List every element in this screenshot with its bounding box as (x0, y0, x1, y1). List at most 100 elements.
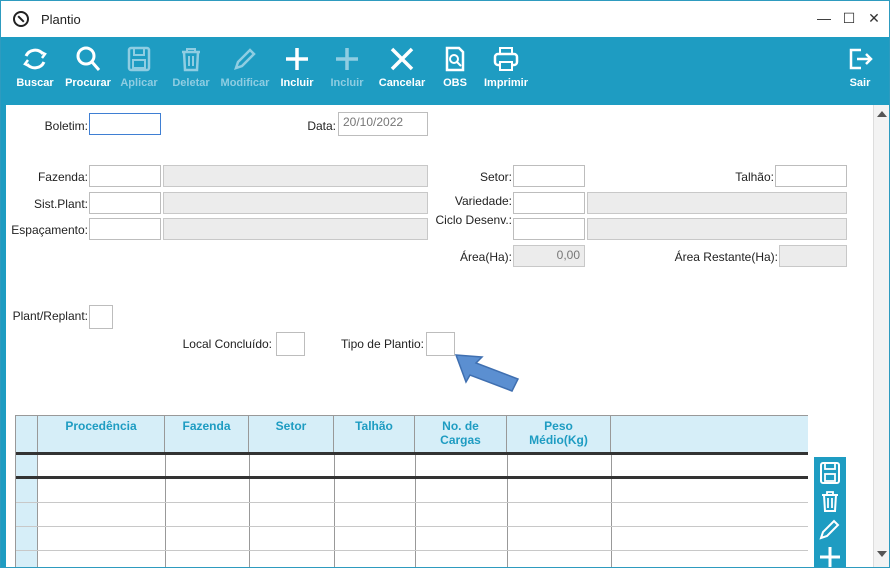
cargas-table: Procedência Fazenda Setor Talhão No. de … (15, 415, 808, 567)
modificar-button[interactable]: Modificar (219, 37, 271, 105)
fazenda-label: Fazenda: (37, 170, 88, 184)
tipo-plantio-label: Tipo de Plantio: (341, 337, 424, 351)
fazenda-input[interactable] (89, 165, 161, 187)
annotation-arrow-icon (454, 354, 520, 392)
cancelar-button[interactable]: Cancelar (377, 37, 427, 105)
cell-divider (415, 479, 416, 502)
plus-icon (286, 48, 308, 70)
table-row[interactable] (16, 527, 808, 551)
setor-input[interactable] (513, 165, 585, 187)
deletar-label: Deletar (172, 77, 210, 89)
refresh-icon (23, 48, 47, 70)
table-row[interactable] (16, 551, 808, 567)
aplicar-button[interactable]: Aplicar (119, 37, 159, 105)
save-icon[interactable] (818, 461, 842, 485)
cell-divider (334, 551, 335, 567)
table-row[interactable] (16, 479, 808, 503)
col-setor[interactable]: Setor (249, 416, 334, 452)
procurar-button[interactable]: Procurar (63, 37, 113, 105)
incluir-button[interactable]: Incluir (277, 37, 317, 105)
trash-icon (182, 48, 200, 72)
buscar-button[interactable]: Buscar (13, 37, 57, 105)
cell-divider (249, 455, 250, 476)
row-selector[interactable] (16, 455, 38, 476)
plus-icon[interactable] (818, 545, 842, 568)
espacamento-label: Espaçamento: (11, 223, 88, 237)
plus-icon (336, 48, 358, 70)
cell-divider (507, 527, 508, 550)
table-row[interactable] (16, 455, 808, 479)
espacamento-input[interactable] (89, 218, 161, 240)
cell-divider (334, 479, 335, 502)
exit-icon (849, 48, 873, 70)
talhao-input[interactable] (775, 165, 847, 187)
app-window: Plantio — ☐ ✕ Buscar Procurar Aplicar De… (0, 0, 890, 568)
col-talhao[interactable]: Talhão (334, 416, 415, 452)
area-restante-label: Área Restante(Ha): (674, 250, 778, 264)
col-empty (611, 416, 808, 452)
scroll-up-icon[interactable] (877, 111, 887, 117)
local-concluido-input[interactable] (276, 332, 305, 356)
col-fazenda[interactable]: Fazenda (165, 416, 249, 452)
cell-divider (165, 527, 166, 550)
sair-button[interactable]: Sair (843, 37, 877, 105)
minimize-button[interactable]: — (813, 7, 835, 29)
cell-divider (415, 503, 416, 526)
plant-replant-input[interactable] (89, 305, 113, 329)
ciclo-description (587, 218, 847, 240)
table-header: Procedência Fazenda Setor Talhão No. de … (16, 415, 808, 455)
row-selector[interactable] (16, 527, 38, 550)
variedade-label: Variedade: (454, 194, 512, 208)
row-selector[interactable] (16, 503, 38, 526)
col-peso-medio[interactable]: Peso Médio(Kg) (507, 416, 611, 452)
sist-plant-description (163, 192, 428, 214)
search-icon (76, 46, 101, 71)
cell-divider (334, 503, 335, 526)
area-value: 0,00 (513, 245, 585, 267)
deletar-button[interactable]: Deletar (171, 37, 211, 105)
procurar-label: Procurar (65, 77, 111, 89)
variedade-input[interactable] (513, 192, 585, 214)
close-window-button[interactable]: ✕ (863, 7, 885, 29)
boletim-input[interactable] (89, 113, 161, 135)
toolbar: Buscar Procurar Aplicar Deletar Modifica… (1, 37, 889, 105)
pencil-icon[interactable] (818, 517, 842, 541)
area-restante-value (779, 245, 847, 267)
vertical-scrollbar[interactable] (873, 105, 889, 567)
cell-divider (249, 479, 250, 502)
col-procedencia[interactable]: Procedência (38, 416, 165, 452)
sist-plant-label: Sist.Plant: (33, 197, 88, 211)
cell-divider (165, 455, 166, 476)
setor-label: Setor: (479, 170, 512, 184)
tipo-plantio-input[interactable] (426, 332, 455, 356)
cell-divider (611, 551, 612, 567)
row-selector[interactable] (16, 551, 38, 567)
cell-divider (165, 503, 166, 526)
cell-divider (415, 455, 416, 476)
col-no-cargas[interactable]: No. de Cargas (415, 416, 507, 452)
trash-icon[interactable] (818, 489, 842, 513)
row-selector[interactable] (16, 479, 38, 502)
data-input[interactable]: 20/10/2022 (338, 112, 428, 136)
ciclo-input[interactable] (513, 218, 585, 240)
window-title: Plantio (41, 12, 81, 27)
talhao-label: Talhão: (735, 170, 774, 184)
buscar-label: Buscar (16, 77, 54, 89)
cell-divider (165, 479, 166, 502)
cell-divider (165, 551, 166, 567)
imprimir-button[interactable]: Imprimir (483, 37, 529, 105)
sist-plant-input[interactable] (89, 192, 161, 214)
cell-divider (611, 527, 612, 550)
obs-button[interactable]: OBS (437, 37, 473, 105)
sair-label: Sair (849, 77, 871, 89)
cell-divider (415, 551, 416, 567)
incluir-disabled-label: Incluir (330, 77, 364, 89)
maximize-button[interactable]: ☐ (838, 7, 860, 29)
incluir-label: Incluir (280, 77, 314, 89)
scroll-down-icon[interactable] (877, 551, 887, 557)
incluir-disabled-button[interactable]: Incluir (327, 37, 367, 105)
cell-divider (249, 551, 250, 567)
table-row[interactable] (16, 503, 808, 527)
plant-replant-label: Plant/Replant: (12, 309, 88, 323)
pencil-icon (234, 48, 256, 70)
